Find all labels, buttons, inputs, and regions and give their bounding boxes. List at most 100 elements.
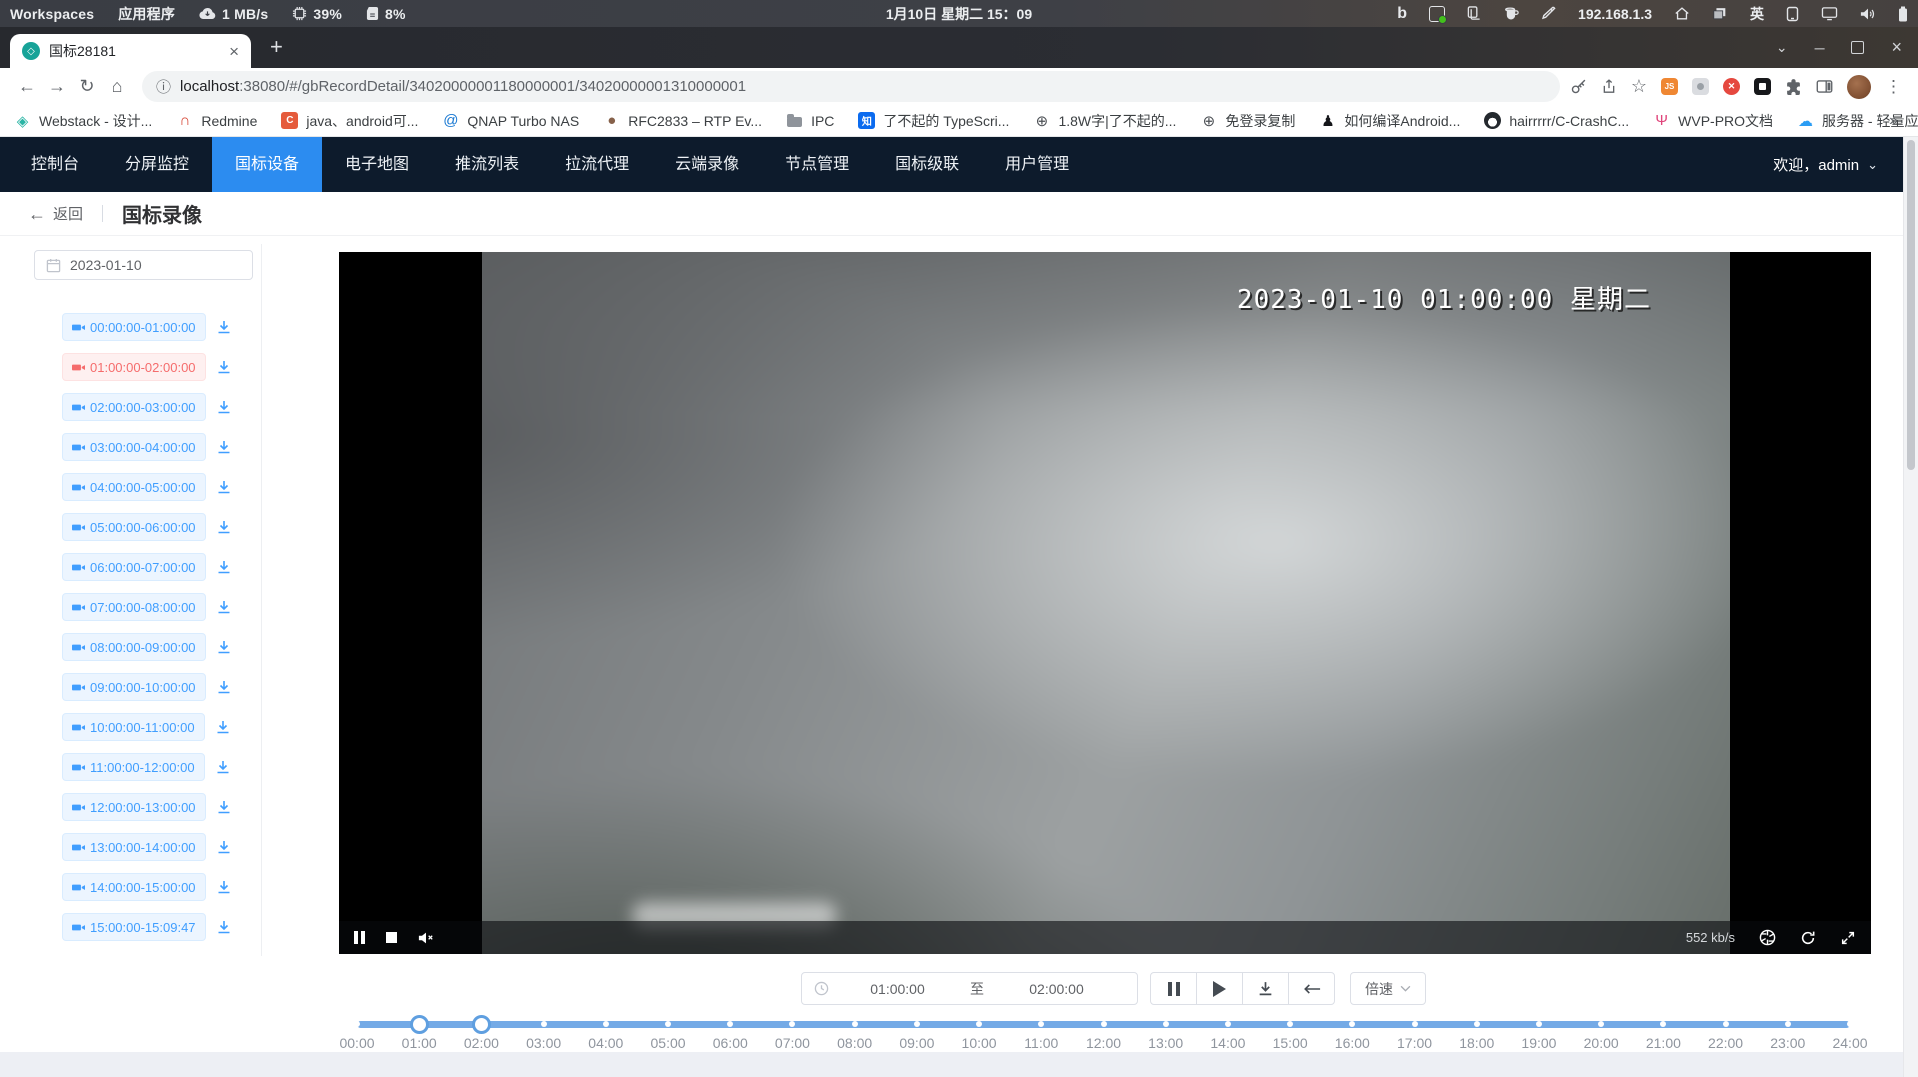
recording-segment-button[interactable]: 09:00:00-10:00:00: [62, 673, 206, 701]
scrollbar-thumb[interactable]: [1907, 140, 1915, 470]
recording-segment-button[interactable]: 01:00:00-02:00:00: [62, 353, 206, 381]
nav-tab-电子地图[interactable]: 电子地图: [322, 137, 432, 192]
extension-js-icon[interactable]: JS: [1661, 78, 1678, 95]
battery-tray-icon[interactable]: [1898, 6, 1908, 22]
bookmark-item[interactable]: Cjava、android可...: [281, 111, 418, 131]
download-segment-icon[interactable]: [215, 759, 231, 775]
welcome-admin-dropdown[interactable]: 欢迎，admin ⌄: [1773, 154, 1878, 175]
download-segment-icon[interactable]: [216, 639, 232, 655]
nav-tab-控制台[interactable]: 控制台: [8, 137, 102, 192]
bing-tray-icon[interactable]: b: [1397, 5, 1407, 23]
bookmark-item[interactable]: ☁服务器 - 轻量应用...: [1797, 111, 1918, 131]
tab-close-icon[interactable]: ×: [229, 43, 239, 60]
recording-segment-button[interactable]: 14:00:00-15:00:00: [62, 873, 206, 901]
recording-segment-button[interactable]: 05:00:00-06:00:00: [62, 513, 206, 541]
download-segment-icon[interactable]: [216, 439, 232, 455]
back-icon[interactable]: ←: [12, 76, 42, 97]
address-bar[interactable]: ⓘ localhost:38080/#/gbRecordDetail/34020…: [142, 71, 1560, 102]
download-segment-icon[interactable]: [216, 599, 232, 615]
split-view-icon[interactable]: [1816, 79, 1833, 94]
browser-tab[interactable]: ◇ 国标28181 ×: [10, 34, 251, 68]
player-refresh-icon[interactable]: [1800, 930, 1816, 946]
nav-tab-国标设备[interactable]: 国标设备: [212, 137, 322, 192]
recording-segment-button[interactable]: 04:00:00-05:00:00: [62, 473, 206, 501]
recording-segment-button[interactable]: 13:00:00-14:00:00: [62, 833, 206, 861]
bookmarks-overflow-icon[interactable]: »: [1889, 112, 1898, 130]
network-speed-indicator[interactable]: 1 MB/s: [199, 6, 268, 22]
phone-tray-icon[interactable]: [1786, 6, 1799, 22]
volume-tray-icon[interactable]: [1860, 7, 1876, 21]
display-tray-icon[interactable]: [1821, 6, 1838, 21]
clipboard-tray-icon[interactable]: [1467, 6, 1481, 21]
window-maximize-button[interactable]: [1851, 41, 1864, 54]
player-fullscreen-icon[interactable]: [1840, 930, 1856, 946]
bookmark-item[interactable]: ⊕免登录复制: [1200, 111, 1295, 131]
forward-icon[interactable]: →: [42, 76, 72, 97]
bookmark-item[interactable]: IPC: [786, 112, 834, 129]
download-segment-icon[interactable]: [216, 399, 232, 415]
download-segment-icon[interactable]: [216, 519, 232, 535]
seek-back-button[interactable]: [1288, 972, 1335, 1005]
bookmark-item[interactable]: @QNAP Turbo NAS: [442, 112, 579, 129]
window-minimize-button[interactable]: ─: [1815, 40, 1825, 56]
reload-icon[interactable]: ↻: [72, 76, 102, 97]
memory-usage-indicator[interactable]: 8%: [366, 6, 406, 22]
window-close-button[interactable]: ×: [1891, 37, 1902, 58]
player-mute-icon[interactable]: [418, 931, 434, 945]
recording-segment-button[interactable]: 07:00:00-08:00:00: [62, 593, 206, 621]
nav-tab-国标级联[interactable]: 国标级联: [872, 137, 982, 192]
download-segment-icon[interactable]: [216, 839, 232, 855]
bookmark-item[interactable]: ∩Redmine: [176, 112, 257, 129]
bookmark-item[interactable]: ⊕1.8W字|了不起的...: [1033, 111, 1176, 131]
player-settings-aperture-icon[interactable]: [1759, 929, 1776, 946]
recording-segment-button[interactable]: 02:00:00-03:00:00: [62, 393, 206, 421]
back-button[interactable]: ← 返回: [28, 203, 83, 224]
extension-adblock-icon[interactable]: ✕: [1723, 78, 1740, 95]
play-button[interactable]: [1196, 972, 1243, 1005]
nav-tab-云端录像[interactable]: 云端录像: [652, 137, 762, 192]
download-segment-icon[interactable]: [215, 719, 231, 735]
nav-tab-用户管理[interactable]: 用户管理: [982, 137, 1092, 192]
download-segment-icon[interactable]: [216, 559, 232, 575]
nav-tab-拉流代理[interactable]: 拉流代理: [542, 137, 652, 192]
download-segment-icon[interactable]: [216, 479, 232, 495]
editor-pen-tray-icon[interactable]: [1541, 6, 1556, 21]
bookmark-item[interactable]: ΨWVP-PRO文档: [1653, 111, 1773, 131]
nav-tab-推流列表[interactable]: 推流列表: [432, 137, 542, 192]
recording-segment-button[interactable]: 11:00:00-12:00:00: [62, 753, 205, 781]
tab-search-chevron-icon[interactable]: ⌄: [1776, 39, 1788, 56]
bookmark-item[interactable]: ●RFC2833 – RTP Ev...: [603, 112, 762, 129]
start-time-value[interactable]: 01:00:00: [829, 981, 966, 997]
password-key-icon[interactable]: [1570, 78, 1587, 95]
timeline-handle[interactable]: [472, 1015, 491, 1034]
drink-tray-icon[interactable]: [1503, 6, 1519, 21]
download-segment-icon[interactable]: [216, 679, 232, 695]
date-picker-input[interactable]: 2023-01-10: [34, 250, 253, 280]
home-icon[interactable]: ⌂: [102, 76, 132, 97]
bookmark-item[interactable]: 知了不起的 TypeScri...: [858, 111, 1009, 131]
download-segment-icon[interactable]: [216, 799, 232, 815]
download-segment-icon[interactable]: [216, 879, 232, 895]
profile-avatar[interactable]: [1847, 75, 1871, 99]
recording-segment-button[interactable]: 06:00:00-07:00:00: [62, 553, 206, 581]
home-tray-icon[interactable]: [1674, 6, 1690, 21]
applications-menu-button[interactable]: 应用程序: [118, 4, 175, 24]
share-icon[interactable]: [1601, 78, 1617, 95]
recording-segment-button[interactable]: 08:00:00-09:00:00: [62, 633, 206, 661]
download-segment-icon[interactable]: [216, 359, 232, 375]
end-time-value[interactable]: 02:00:00: [988, 981, 1125, 997]
nav-tab-分屏监控[interactable]: 分屏监控: [102, 137, 212, 192]
timeline-handle[interactable]: [410, 1015, 429, 1034]
bookmark-item[interactable]: hairrrrr/C-CrashC...: [1484, 112, 1629, 129]
nav-tab-节点管理[interactable]: 节点管理: [762, 137, 872, 192]
workspaces-button[interactable]: Workspaces: [10, 6, 94, 22]
new-tab-button[interactable]: +: [270, 36, 283, 58]
browser-menu-icon[interactable]: ⋮: [1885, 77, 1902, 97]
site-info-icon[interactable]: ⓘ: [156, 76, 171, 97]
page-scrollbar[interactable]: [1903, 137, 1918, 1077]
download-segment-icon[interactable]: [216, 319, 232, 335]
windows-tray-icon[interactable]: [1712, 6, 1728, 21]
extension-gray-icon[interactable]: [1692, 78, 1709, 95]
bookmark-item[interactable]: ♟如何编译Android...: [1319, 111, 1460, 131]
clock-indicator[interactable]: 1月10日 星期二 15：09: [886, 0, 1032, 27]
